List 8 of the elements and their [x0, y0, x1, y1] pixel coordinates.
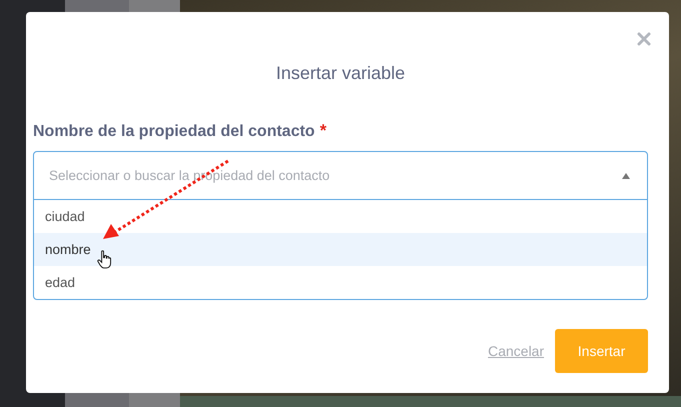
caret-icon[interactable]	[622, 172, 630, 178]
dropdown-option[interactable]: edad	[34, 266, 647, 299]
hand-cursor-icon	[97, 250, 112, 269]
field-label: Nombre de la propiedad del contacto	[33, 123, 315, 141]
dropdown-option[interactable]: ciudad	[34, 200, 647, 233]
required-mark: *	[320, 121, 326, 141]
dialog-title: Insertar variable	[274, 62, 406, 84]
dropdown-option[interactable]: nombre	[34, 233, 647, 266]
